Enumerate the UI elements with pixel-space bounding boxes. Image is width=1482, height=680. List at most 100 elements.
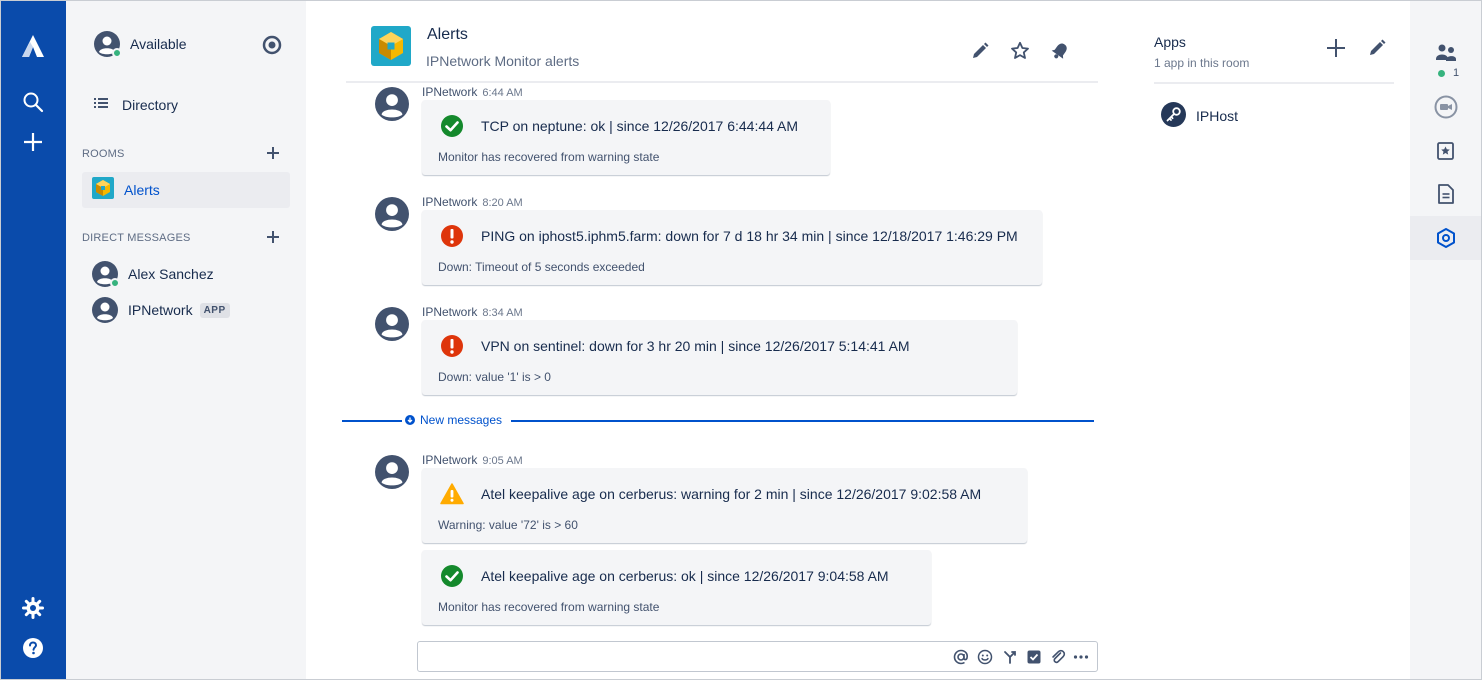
- more-icon[interactable]: [1072, 648, 1089, 665]
- message-sender[interactable]: IPNetwork: [422, 305, 477, 319]
- app-badge: APP: [199, 302, 230, 318]
- directory-link[interactable]: Directory: [94, 96, 178, 113]
- new-messages-divider: New messages: [342, 413, 1094, 429]
- emoji-icon[interactable]: [976, 648, 993, 665]
- alert-description: Monitor has recovered from warning state: [438, 600, 660, 614]
- alert-card[interactable]: Atel keepalive age on cerberus: warning …: [422, 468, 1027, 543]
- edit-room-icon[interactable]: [970, 41, 990, 61]
- user-avatar: [94, 31, 122, 58]
- search-icon[interactable]: [19, 88, 47, 116]
- right-rail: 1: [1410, 1, 1481, 679]
- avatar: [92, 261, 120, 288]
- message-meta: IPNetwork 8:34 AM: [422, 305, 523, 319]
- highlights-icon[interactable]: [1410, 129, 1481, 173]
- sidebar: Available Directory ROOMS Alerts DIRECT …: [66, 1, 306, 679]
- message-meta: IPNetwork 8:20 AM: [422, 195, 523, 209]
- notifications-icon[interactable]: [1050, 41, 1070, 61]
- page-title: Alerts: [427, 26, 468, 43]
- app-item-label: IPHost: [1196, 108, 1239, 124]
- alert-description: Down: Timeout of 5 seconds exceeded: [438, 260, 645, 274]
- alert-card[interactable]: TCP on neptune: ok | since 12/26/2017 6:…: [422, 100, 830, 175]
- apps-panel-subtitle: 1 app in this room: [1154, 56, 1250, 70]
- files-icon[interactable]: [1410, 172, 1481, 216]
- avatar: [92, 297, 118, 323]
- help-icon[interactable]: [19, 634, 47, 662]
- alert-title: VPN on sentinel: down for 3 hr 20 min | …: [481, 338, 910, 354]
- gear-icon[interactable]: [19, 594, 47, 622]
- message-avatar[interactable]: [375, 307, 409, 341]
- presence-label: Available: [130, 36, 187, 52]
- hipchat-window: Available Directory ROOMS Alerts DIRECT …: [0, 0, 1482, 680]
- attachment-icon[interactable]: [1049, 648, 1066, 665]
- apps-panel-title: Apps: [1154, 34, 1186, 50]
- error-icon: [440, 224, 464, 248]
- message-sender[interactable]: IPNetwork: [422, 453, 477, 467]
- alert-description: Warning: value '72' is > 60: [438, 518, 578, 532]
- message-time: 6:44 AM: [482, 87, 523, 99]
- task-icon[interactable]: [1025, 648, 1042, 665]
- alert-description: Monitor has recovered from warning state: [438, 150, 660, 164]
- edit-apps-icon[interactable]: [1367, 38, 1387, 58]
- alert-card[interactable]: VPN on sentinel: down for 3 hr 20 min | …: [422, 320, 1017, 395]
- sidebar-item-alerts[interactable]: Alerts: [82, 172, 290, 208]
- atlassian-logo-icon[interactable]: [19, 32, 47, 60]
- list-icon: [94, 96, 108, 113]
- alert-title: Atel keepalive age on cerberus: ok | sin…: [481, 568, 889, 584]
- message-time: 8:20 AM: [482, 197, 523, 209]
- alert-card[interactable]: Atel keepalive age on cerberus: ok | sin…: [422, 550, 931, 625]
- global-nav: [1, 1, 66, 679]
- message-meta: IPNetwork 6:44 AM: [422, 85, 523, 99]
- message-avatar[interactable]: [375, 87, 409, 121]
- room-avatar: [371, 26, 411, 66]
- online-dot: [1438, 69, 1445, 77]
- message-sender[interactable]: IPNetwork: [422, 85, 477, 99]
- star-icon[interactable]: [1010, 41, 1030, 61]
- message-composer[interactable]: [417, 641, 1098, 672]
- sidebar-item-alex-sanchez[interactable]: Alex Sanchez: [92, 261, 214, 288]
- message-sender[interactable]: IPNetwork: [422, 195, 477, 209]
- room-topic: IPNetwork Monitor alerts: [426, 53, 580, 69]
- sidebar-item-label: IPNetwork: [128, 302, 193, 318]
- participants-count-label: 1: [1453, 67, 1460, 79]
- presence-dot: [110, 278, 120, 288]
- add-direct-message-icon[interactable]: [266, 230, 280, 244]
- add-app-icon[interactable]: [1326, 38, 1346, 58]
- participants-count: 1: [1438, 67, 1459, 79]
- room-avatar-icon: [92, 176, 114, 204]
- sidebar-item-label: Alerts: [124, 182, 160, 198]
- message-time: 8:34 AM: [482, 307, 523, 319]
- alert-title: TCP on neptune: ok | since 12/26/2017 6:…: [481, 118, 799, 134]
- sidebar-item-ipnetwork[interactable]: IPNetwork APP: [92, 297, 230, 323]
- apps-divider: [1154, 82, 1394, 84]
- message-meta: IPNetwork 9:05 AM: [422, 453, 523, 467]
- presence-selector[interactable]: Available: [94, 31, 187, 58]
- video-call-icon[interactable]: [1410, 85, 1481, 129]
- alert-title: Atel keepalive age on cerberus: warning …: [481, 486, 982, 502]
- alert-card[interactable]: PING on iphost5.iphm5.farm: down for 7 d…: [422, 210, 1042, 285]
- header-divider: [346, 81, 1098, 83]
- directory-label: Directory: [122, 96, 179, 113]
- direct-messages-heading: DIRECT MESSAGES: [82, 232, 191, 244]
- key-icon: [1161, 102, 1186, 130]
- alert-description: Down: value '1' is > 0: [438, 370, 551, 384]
- presence-dot: [112, 48, 122, 58]
- app-item-iphost[interactable]: IPHost: [1161, 102, 1238, 130]
- message-time: 9:05 AM: [482, 455, 523, 467]
- plus-icon[interactable]: [19, 128, 47, 156]
- check-circle-icon: [440, 564, 464, 588]
- status-icon[interactable]: [262, 35, 282, 55]
- rooms-heading: ROOMS: [82, 148, 125, 160]
- check-circle-icon: [440, 114, 464, 138]
- mention-icon[interactable]: [952, 648, 969, 665]
- apps-icon[interactable]: [1410, 216, 1481, 260]
- alert-title: PING on iphost5.iphm5.farm: down for 7 d…: [481, 228, 1018, 244]
- warning-icon: [440, 482, 464, 506]
- error-icon: [440, 334, 464, 358]
- arrow-down-icon: [405, 415, 415, 425]
- message-avatar[interactable]: [375, 197, 409, 231]
- message-avatar[interactable]: [375, 455, 409, 489]
- sidebar-item-label: Alex Sanchez: [128, 266, 214, 282]
- new-messages-label: New messages: [420, 413, 503, 427]
- decision-icon[interactable]: [1001, 648, 1018, 665]
- add-room-icon[interactable]: [266, 146, 280, 160]
